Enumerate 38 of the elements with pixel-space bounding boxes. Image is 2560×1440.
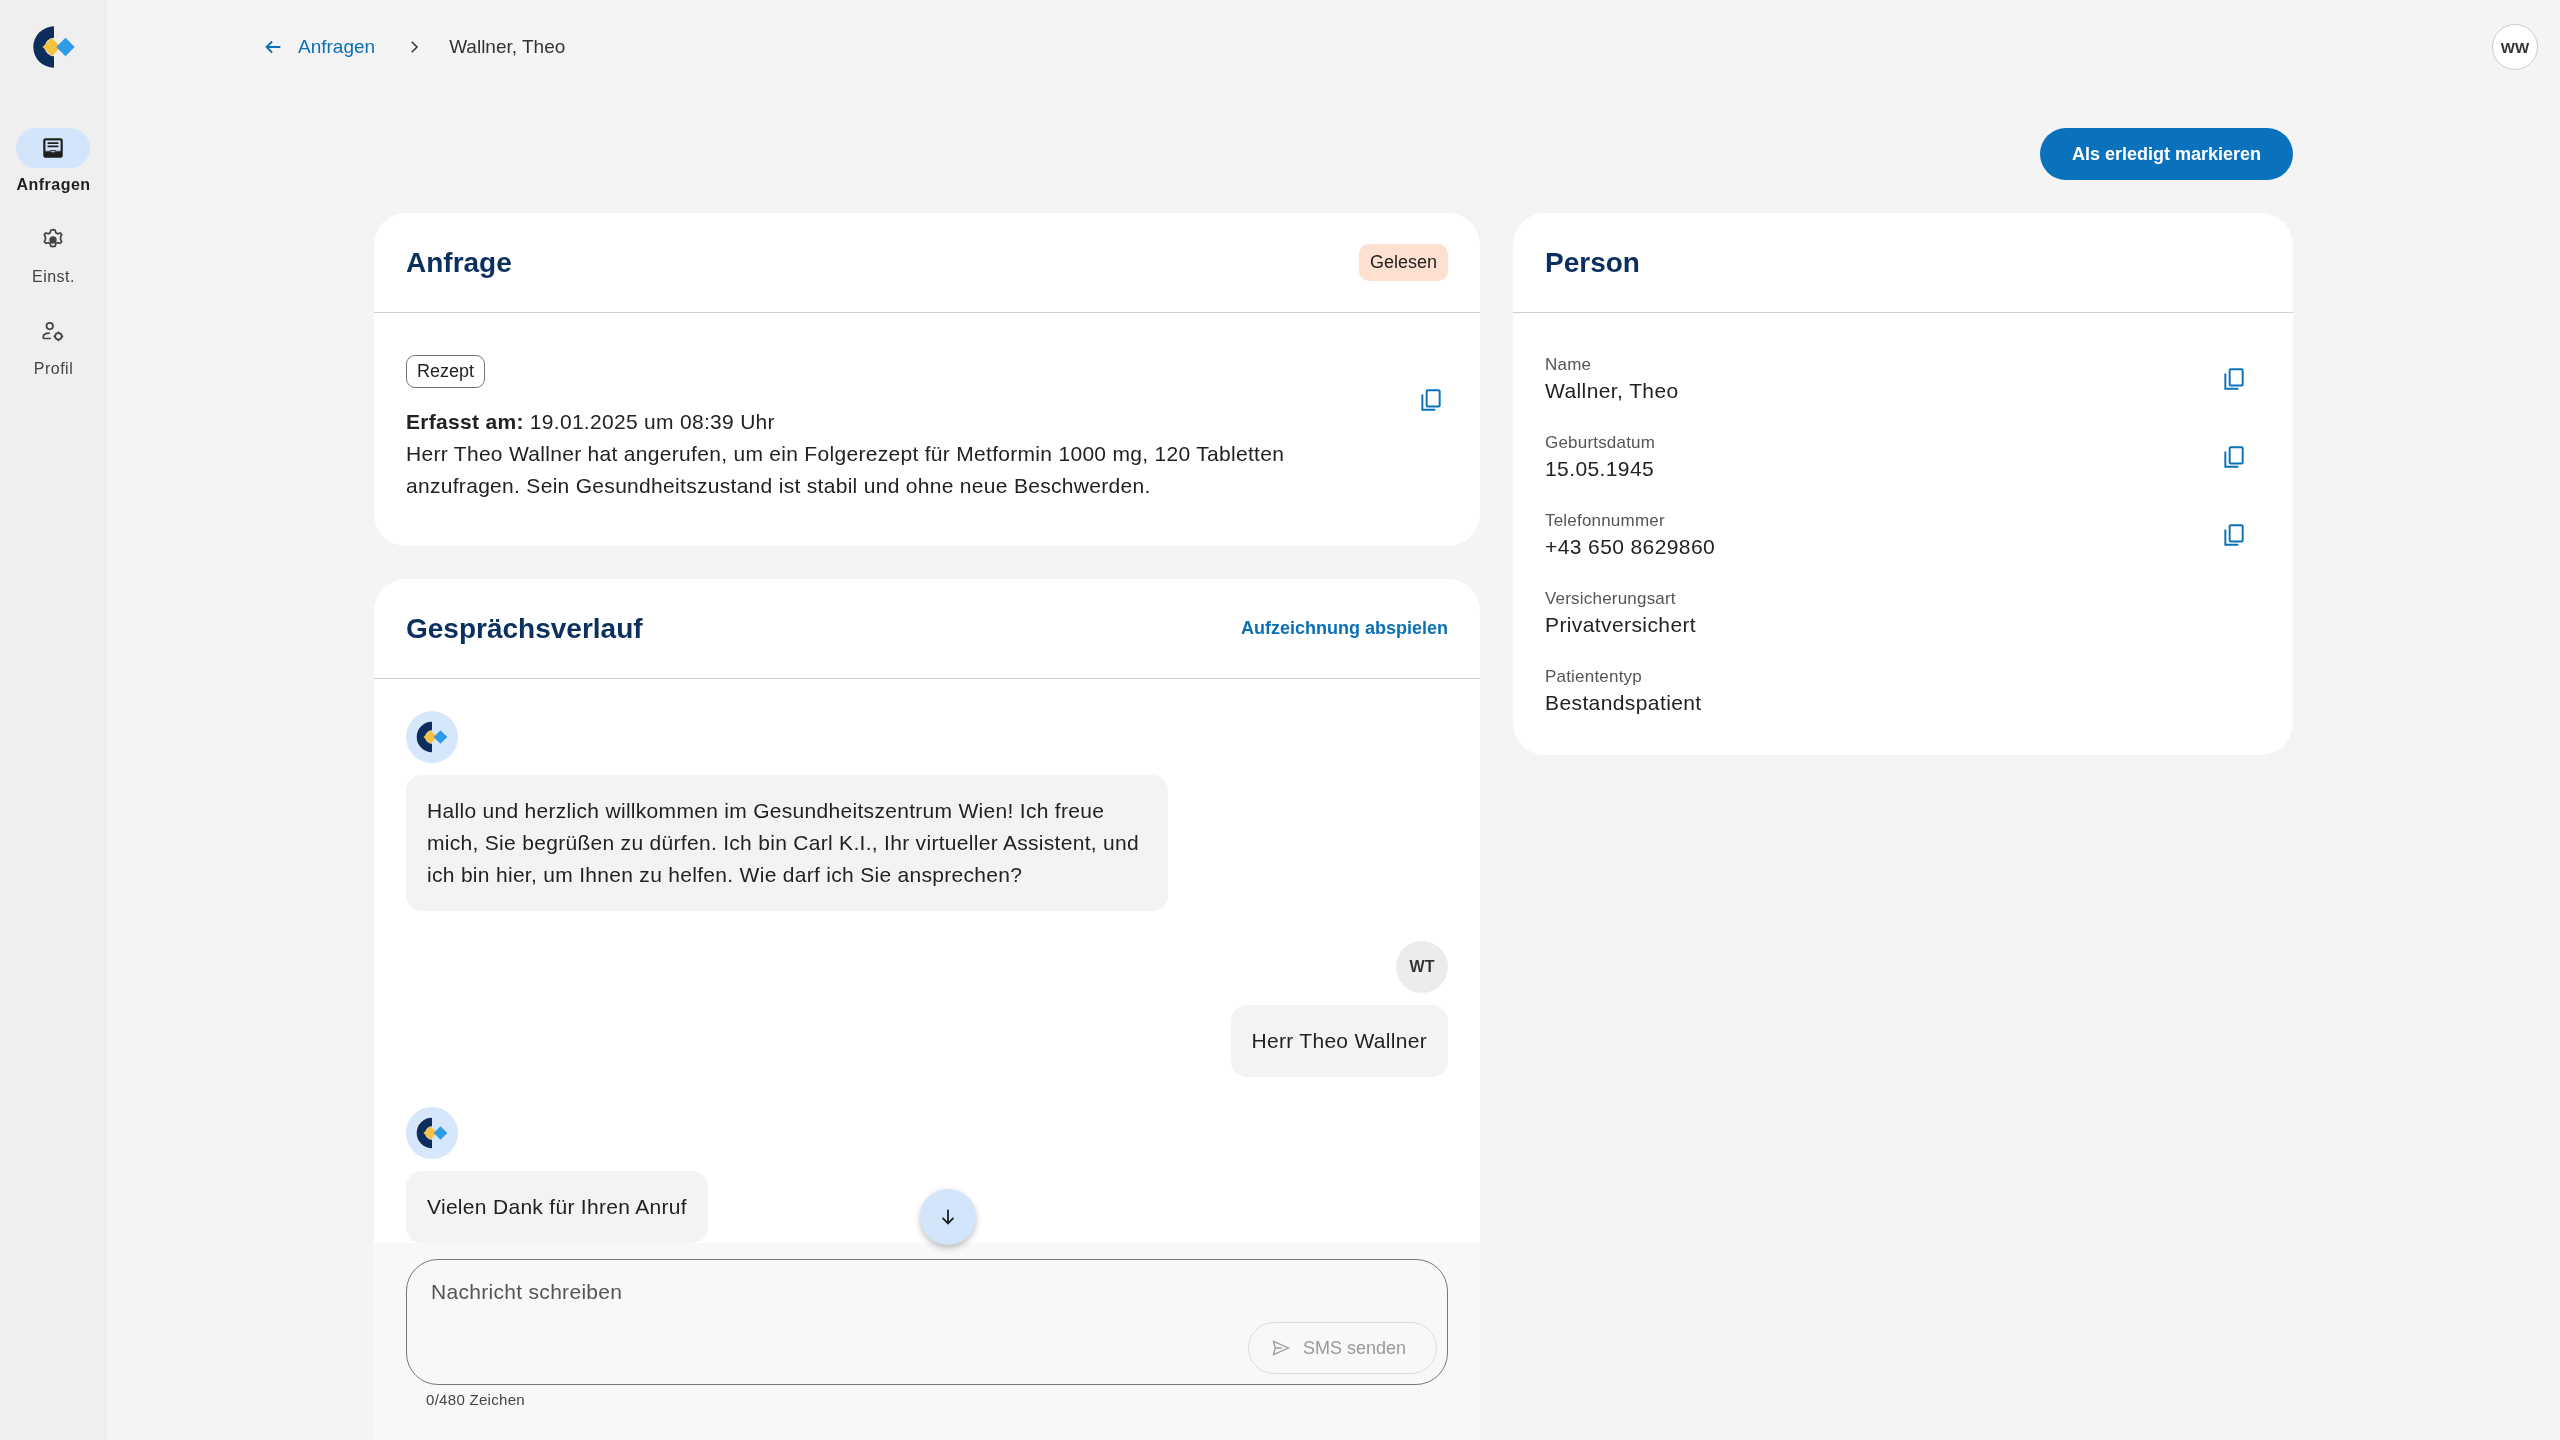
logo-icon bbox=[415, 720, 449, 754]
field-value: 15.05.1945 bbox=[1545, 457, 1656, 481]
category-tag: Rezept bbox=[406, 355, 486, 388]
copy-icon[interactable] bbox=[2221, 444, 2247, 470]
copy-icon[interactable] bbox=[2221, 366, 2247, 392]
copy-icon[interactable] bbox=[1418, 387, 1444, 413]
field-label: Patiententyp bbox=[1545, 667, 1643, 687]
sidebar-item[interactable]: Profil bbox=[16, 312, 91, 378]
card-title: Anfrage bbox=[406, 246, 512, 279]
logo-icon bbox=[415, 1116, 449, 1150]
field-label: Versicherungsart bbox=[1545, 589, 1677, 609]
character-counter: 0/480 Zeichen bbox=[426, 1391, 526, 1408]
field-label: Geburtsdatum bbox=[1545, 433, 1656, 453]
account-avatar[interactable]: WW bbox=[2492, 24, 2538, 70]
play-recording-link[interactable]: Aufzeichnung abspielen bbox=[1240, 618, 1448, 639]
card-title: Gesprächsverlauf bbox=[406, 612, 643, 645]
field-label: Name bbox=[1545, 355, 1593, 375]
copy-icon[interactable] bbox=[2221, 522, 2247, 548]
user-avatar: WT bbox=[1396, 941, 1448, 993]
status-badge: Gelesen bbox=[1358, 244, 1448, 281]
breadcrumb-current: Wallner, Theo bbox=[449, 36, 566, 58]
recorded-date: Erfasst am: 19.01.2025 um 08:39 Uhr bbox=[406, 409, 776, 435]
field-value: Wallner, Theo bbox=[1545, 379, 1679, 403]
field-value: +43 650 8629860 bbox=[1545, 535, 1716, 559]
card-title: Person bbox=[1545, 246, 1640, 279]
mark-done-button[interactable]: Als erledigt markieren bbox=[2039, 128, 2293, 180]
message-bubble: Vielen Dank für Ihren Anruf bbox=[406, 1171, 708, 1243]
message-bubble: Herr Theo Wallner bbox=[1230, 1005, 1448, 1077]
back-link[interactable]: Anfragen bbox=[262, 36, 376, 58]
sidebar-item[interactable]: Einst. bbox=[16, 220, 91, 286]
send-icon bbox=[1270, 1338, 1291, 1358]
field-value: Bestandspatient bbox=[1545, 691, 1702, 715]
field-value: Privatversichert bbox=[1545, 613, 1697, 637]
message-field[interactable]: Nachricht schreiben SMS senden bbox=[406, 1259, 1448, 1385]
message-bubble: Hallo und herzlich willkommen im Gesundheitszentrum Wien! Ich freue mich, Sie begrüßen zu dürfen. Ich bin Carl K.I., Ihr virtueller Assistent, und ich bin hier, um Ihnen zu helfen. Wie darf ich Sie ansprechen? bbox=[406, 775, 1168, 911]
field-label: Telefonnummer bbox=[1545, 511, 1666, 531]
logo-icon bbox=[30, 24, 77, 70]
request-summary: Herr Theo Wallner hat angerufen, um ein Folgerezept für Metformin 1000 mg, 120 Tabletten anzufragen. Sein Gesundheitszustand ist stabil und ohne neue Beschwerden. bbox=[406, 441, 1286, 499]
